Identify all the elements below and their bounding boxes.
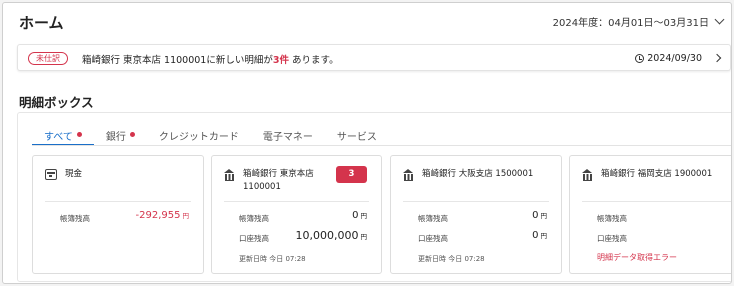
notice-count: 3件: [272, 55, 289, 66]
book-balance-amount: 0: [532, 210, 539, 221]
book-balance-label: 帳簿残高: [60, 214, 90, 223]
statement-tabs: すべて 銀行 クレジットカード 電子マネー サービス: [32, 123, 389, 146]
unsorted-badge: 未仕訳: [28, 52, 68, 65]
card-title-line2: 1100001: [243, 182, 281, 192]
clock-icon: [635, 54, 645, 63]
book-balance-value: 0円: [532, 210, 547, 221]
updated-time: 更新日時 今日 07:28: [418, 255, 485, 263]
new-count-badge: 3: [336, 166, 367, 183]
wallet-icon: [45, 169, 57, 180]
tab-label: 銀行: [105, 132, 126, 143]
yen-unit: 円: [182, 212, 190, 220]
card-divider: [224, 201, 369, 202]
notice-text-before: 箱崎銀行 東京本店 1100001に新しい明細が: [82, 55, 273, 66]
tab-all[interactable]: すべて: [32, 123, 94, 146]
card-cash[interactable]: 現金 帳簿残高 -292,955 円: [32, 155, 204, 274]
card-title: 現金: [65, 169, 83, 179]
updated-time: 更新日時 今日 07:28: [239, 255, 306, 263]
card-divider: [403, 201, 549, 202]
card-title: 箱崎銀行 福岡支店 1900001: [601, 169, 713, 179]
card-bank-fukuoka[interactable]: 箱崎銀行 福岡支店 1900001 帳簿残高 0 口座残高 0 明細データ取得エ…: [569, 155, 732, 274]
yen-unit: 円: [360, 233, 368, 241]
book-balance-label: 帳簿残高: [597, 214, 627, 223]
unread-dot: [129, 132, 135, 137]
book-balance-amount: -292,955: [135, 210, 181, 221]
card-title-line1: 箱崎銀行 東京本店: [243, 169, 314, 179]
chevron-down-icon: [714, 14, 725, 25]
bank-icon: [403, 169, 414, 181]
notice-text-after: あります。: [292, 55, 339, 66]
account-balance-value: 0: [731, 230, 732, 241]
account-balance-label: 口座残高: [597, 234, 627, 243]
card-divider: [582, 201, 731, 202]
bank-icon: [582, 169, 593, 181]
card-bank-osaka[interactable]: 箱崎銀行 大阪支店 1500001 帳簿残高 0円 口座残高 0円 更新日時 今…: [390, 155, 562, 274]
page-title: ホーム: [19, 14, 64, 32]
yen-unit: 円: [360, 212, 368, 220]
fiscal-period-selector[interactable]: 2024年度：04月01日～03月31日: [552, 14, 725, 29]
tab-credit-card[interactable]: クレジットカード: [147, 123, 251, 145]
yen-unit: 円: [540, 232, 548, 240]
card-title-row: 箱崎銀行 大阪支店 1500001: [403, 168, 533, 181]
tab-label: 電子マネー: [262, 132, 313, 143]
card-title-row: 箱崎銀行 東京本店 1100001: [224, 168, 314, 194]
yen-unit: 円: [540, 212, 548, 220]
fiscal-period-label: 2024年度：04月01日～03月31日: [552, 18, 709, 29]
account-balance-label: 口座残高: [239, 234, 269, 243]
account-balance-amount: 0: [532, 230, 539, 241]
book-balance-value: 0: [731, 210, 732, 221]
card-title-row: 現金: [45, 168, 82, 181]
tab-e-money[interactable]: 電子マネー: [251, 123, 325, 145]
account-balance-value: 10,000,000 円: [296, 229, 367, 242]
tab-label: サービス: [336, 132, 377, 143]
chevron-right-icon[interactable]: [712, 53, 722, 63]
tab-label: クレジットカード: [158, 132, 239, 143]
card-title: 箱崎銀行 東京本店 1100001: [243, 168, 314, 194]
unread-dot: [76, 132, 82, 137]
section-title: 明細ボックス: [19, 95, 94, 110]
card-title: 箱崎銀行 大阪支店 1500001: [422, 169, 534, 179]
book-balance-label: 帳簿残高: [239, 214, 269, 223]
new-statement-notice[interactable]: 未仕訳 箱崎銀行 東京本店 1100001に新しい明細が3件 あります。 202…: [17, 44, 731, 71]
tab-divider: [32, 145, 731, 146]
page-header: ホーム 2024年度：04月01日～03月31日: [3, 3, 731, 39]
fetch-error-message[interactable]: 明細データ取得エラー: [597, 252, 677, 263]
account-balance-value: 0円: [532, 230, 547, 241]
notice-date: 2024/09/30: [635, 53, 702, 64]
account-balance-label: 口座残高: [418, 234, 448, 243]
book-balance-label: 帳簿残高: [418, 214, 448, 223]
app-frame: ホーム 2024年度：04月01日～03月31日 未仕訳 箱崎銀行 東京本店 1…: [2, 2, 732, 284]
book-balance-value: -292,955 円: [136, 210, 189, 221]
bank-icon: [224, 169, 235, 181]
card-divider: [45, 201, 191, 202]
book-balance-amount: 0: [352, 210, 359, 221]
tab-services[interactable]: サービス: [325, 123, 389, 145]
tab-bank[interactable]: 銀行: [94, 123, 147, 145]
card-bank-tokyo[interactable]: 箱崎銀行 東京本店 1100001 3 帳簿残高 0円 口座残高 10,000,0…: [211, 155, 382, 274]
account-balance-amount: 10,000,000: [295, 229, 359, 242]
statement-box-panel: すべて 銀行 クレジットカード 電子マネー サービス 現金 帳簿残高 -292,…: [17, 112, 732, 282]
notice-message: 箱崎銀行 東京本店 1100001に新しい明細が3件 あります。: [82, 52, 339, 66]
tab-label: すべて: [44, 132, 73, 143]
notice-date-text: 2024/09/30: [647, 53, 702, 64]
book-balance-value: 0円: [352, 210, 367, 221]
card-title-row: 箱崎銀行 福岡支店 1900001: [582, 168, 712, 181]
